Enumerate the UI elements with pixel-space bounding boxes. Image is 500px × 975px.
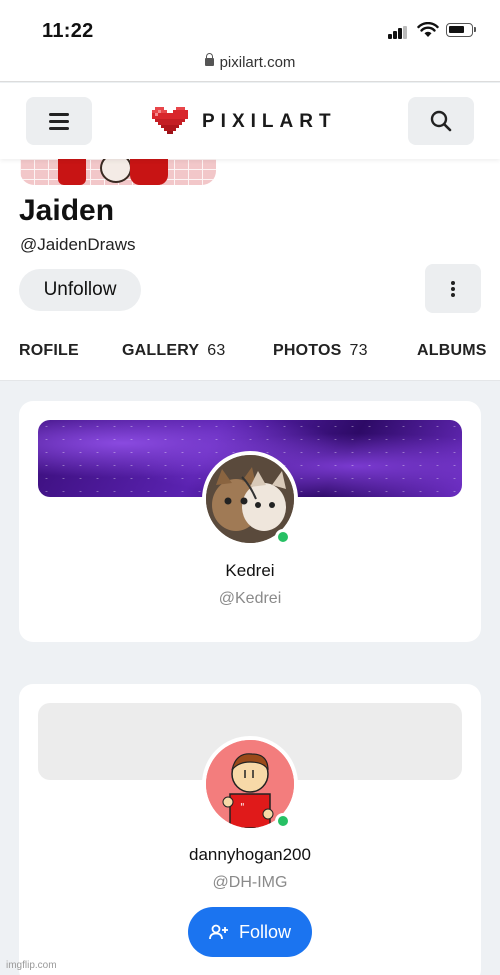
tab-profile[interactable]: ROFILE [19, 342, 79, 360]
profile-tabs: ROFILE GALLERY 63 PHOTOS 73 ALBUMS [0, 342, 500, 366]
kebab-icon [451, 281, 455, 285]
tab-photos[interactable]: PHOTOS 73 [273, 342, 368, 360]
address-bar[interactable]: pixilart.com [0, 53, 500, 71]
signal-icon [388, 26, 408, 39]
clock: 11:22 [42, 20, 94, 42]
tab-gallery[interactable]: GALLERY 63 [122, 342, 225, 360]
menu-button[interactable] [26, 97, 92, 145]
profile-handle: @JaidenDraws [20, 235, 136, 254]
search-button[interactable] [408, 97, 474, 145]
follow-label: Follow [238, 921, 291, 942]
add-user-icon [209, 924, 228, 940]
user-name[interactable]: dannyhogan200 [19, 845, 481, 865]
user-handle: @DH-IMG [212, 874, 288, 891]
online-status-dot [275, 813, 291, 829]
url-text: pixilart.com [219, 54, 296, 71]
photos-count: 73 [349, 342, 368, 359]
user-name[interactable]: Kedrei [19, 561, 481, 581]
profile-name: Jaiden [19, 194, 115, 227]
online-status-dot [275, 529, 291, 545]
svg-text:": " [240, 802, 245, 813]
pixel-heart-icon [152, 107, 188, 134]
user-card[interactable]: " dannyhogan200 @DH-IMG Follow [19, 684, 481, 975]
follow-button[interactable]: Follow [188, 907, 312, 957]
browser-status-bar: 11:22 pixilart.com [0, 0, 500, 82]
profile-header: Jaiden @JaidenDraws Unfollow ROFILE GALL… [0, 159, 500, 381]
gallery-count: 63 [207, 342, 226, 359]
user-card[interactable]: Kedrei @Kedrei [19, 401, 481, 642]
user-handle: @Kedrei [218, 590, 282, 607]
brand-name: PIXILART [202, 111, 337, 132]
tab-albums[interactable]: ALBUMS [417, 342, 487, 360]
hamburger-icon [49, 113, 69, 116]
watermark: imgflip.com [6, 960, 57, 971]
battery-icon [446, 23, 476, 37]
search-icon [430, 110, 452, 132]
unfollow-button[interactable]: Unfollow [19, 269, 141, 311]
lock-icon [204, 53, 214, 66]
site-header: PIXILART [0, 83, 500, 159]
more-options-button[interactable] [425, 264, 481, 313]
profile-banner [20, 159, 216, 185]
wifi-icon [417, 22, 439, 37]
pixilart-logo[interactable]: PIXILART [152, 107, 337, 137]
